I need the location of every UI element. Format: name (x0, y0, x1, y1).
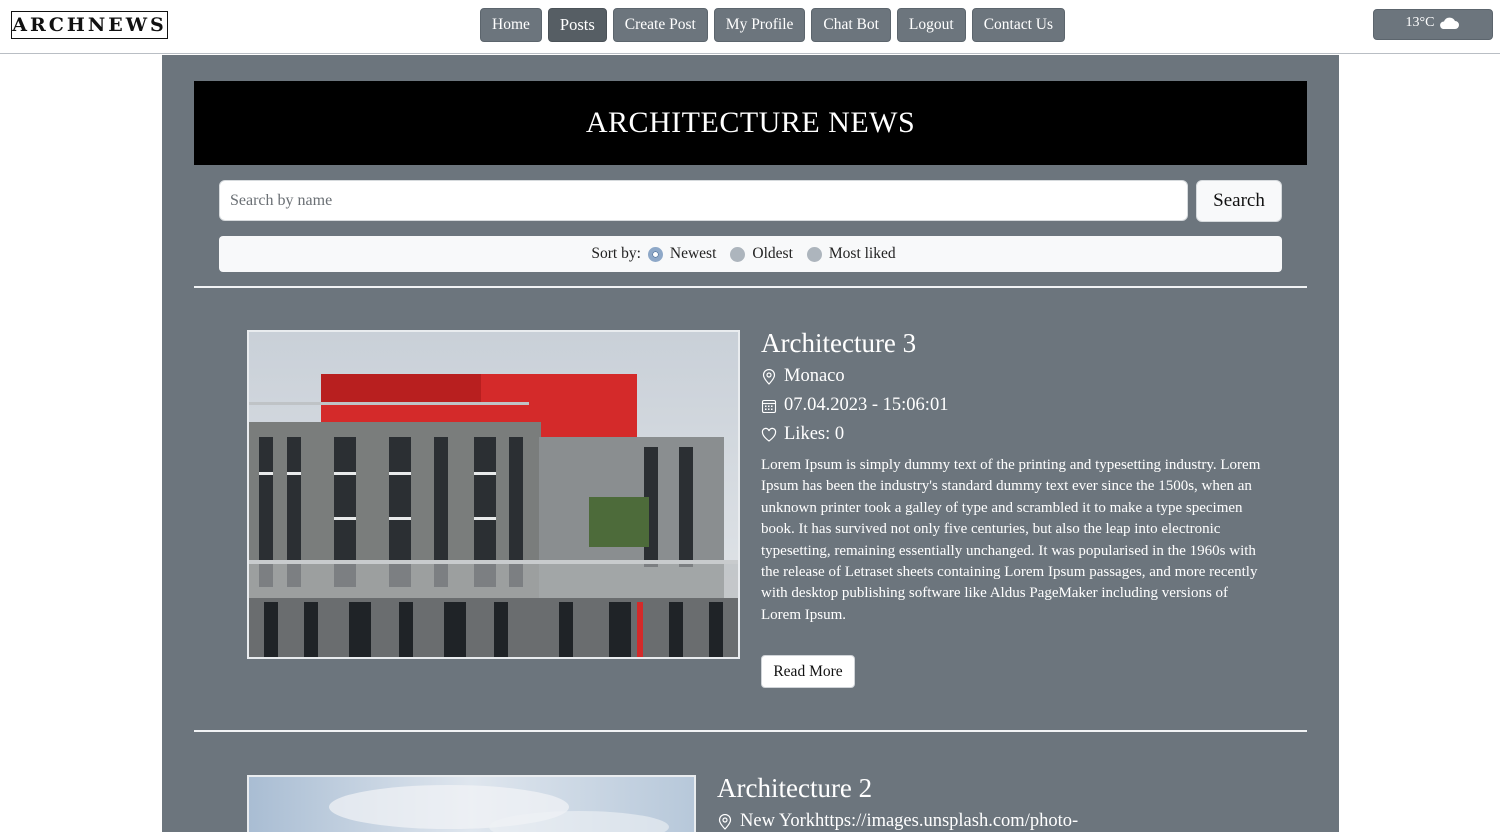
post-location-text: New Yorkhttps://images.unsplash.com/phot… (740, 811, 1079, 831)
sort-option-newest[interactable]: Newest (647, 245, 717, 263)
nav-contact-us-button[interactable]: Contact Us (971, 8, 1066, 42)
weather-widget[interactable]: 13°C (1373, 9, 1493, 40)
post-date: 07.04.2023 - 15:06:01 (761, 395, 948, 416)
nav-home-button[interactable]: Home (480, 8, 542, 42)
sort-option-label: Oldest (752, 245, 793, 262)
nav-links: Home Posts Create Post My Profile Chat B… (480, 8, 1066, 42)
radio-newest[interactable] (647, 246, 663, 262)
radio-most-liked[interactable] (806, 246, 822, 262)
post-title[interactable]: Architecture 2 (717, 773, 872, 804)
divider (194, 286, 1307, 288)
post-location: Monaco (761, 366, 845, 387)
post-image[interactable] (247, 330, 740, 659)
main-content: ARCHITECTURE NEWS Search Sort by: Newest… (162, 55, 1339, 832)
nav-logout-button[interactable]: Logout (896, 8, 966, 42)
map-pin-icon (718, 813, 732, 830)
weather-temperature: 13°C (1405, 15, 1435, 30)
cloud-icon (1440, 17, 1460, 29)
read-more-button[interactable]: Read More (761, 655, 855, 688)
top-navbar: ARCHNEWS Home Posts Create Post My Profi… (0, 0, 1500, 54)
post-location-text: Monaco (784, 366, 845, 386)
sky-photo (249, 777, 694, 832)
sort-label: Sort by: (591, 245, 641, 262)
radio-oldest[interactable] (730, 246, 746, 262)
post-date-text: 07.04.2023 - 15:06:01 (784, 395, 949, 415)
post-likes: Likes: 0 (761, 424, 844, 445)
page-title: ARCHITECTURE NEWS (585, 106, 916, 139)
sort-option-oldest[interactable]: Oldest (730, 245, 793, 263)
sort-option-label: Newest (669, 245, 717, 262)
site-logo[interactable]: ARCHNEWS (11, 11, 168, 39)
post-title[interactable]: Architecture 3 (761, 328, 916, 359)
post-location: New Yorkhttps://images.unsplash.com/phot… (717, 811, 1078, 832)
map-pin-icon (762, 368, 776, 385)
nav-my-profile-button[interactable]: My Profile (713, 8, 806, 42)
post-image[interactable] (247, 775, 696, 832)
hero-banner: ARCHITECTURE NEWS (194, 81, 1307, 165)
sort-option-label: Most liked (828, 245, 896, 262)
divider (194, 730, 1307, 732)
nav-posts-button[interactable]: Posts (547, 8, 607, 42)
calendar-icon (761, 399, 777, 413)
building-photo (249, 332, 738, 657)
nav-chat-bot-button[interactable]: Chat Bot (811, 8, 891, 42)
nav-create-post-button[interactable]: Create Post (612, 8, 708, 42)
sort-bar: Sort by: Newest Oldest Most liked (219, 236, 1282, 272)
post-excerpt: Lorem Ipsum is simply dummy text of the … (761, 457, 1261, 623)
search-input[interactable] (219, 180, 1188, 221)
post-likes-text: Likes: 0 (784, 424, 845, 444)
sort-option-most-liked[interactable]: Most liked (806, 245, 896, 263)
heart-icon[interactable] (761, 427, 777, 443)
search-button[interactable]: Search (1196, 180, 1282, 222)
